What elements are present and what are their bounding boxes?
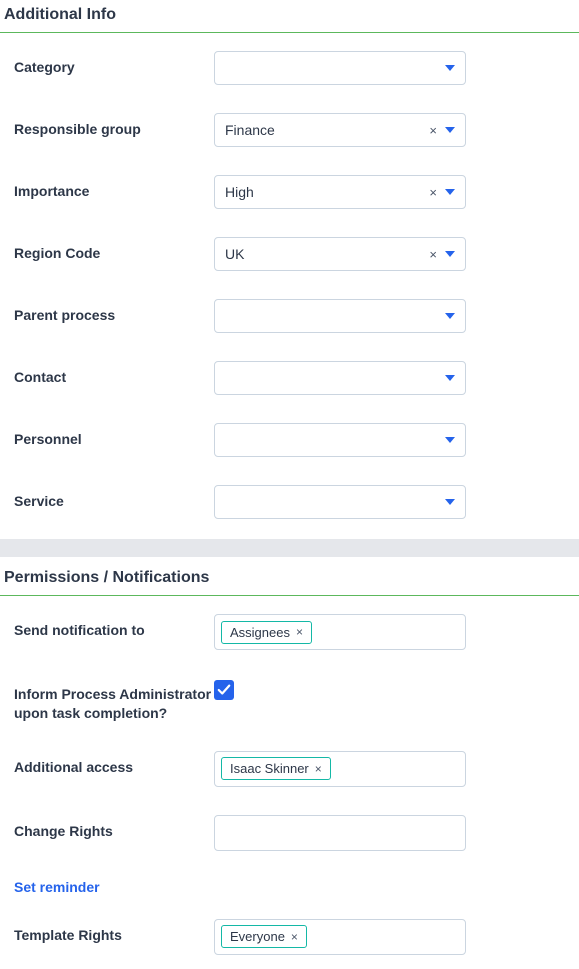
select-service[interactable] bbox=[214, 485, 466, 519]
section-title-additional-info: Additional Info bbox=[0, 0, 579, 33]
row-region-code: Region Code UK × bbox=[0, 237, 579, 271]
label-category: Category bbox=[14, 51, 214, 77]
row-service: Service bbox=[0, 485, 579, 519]
label-change-rights: Change Rights bbox=[14, 815, 214, 841]
chevron-down-icon[interactable] bbox=[445, 437, 455, 443]
tag-remove-icon[interactable]: × bbox=[296, 625, 303, 639]
select-importance[interactable]: High × bbox=[214, 175, 466, 209]
label-send-notification: Send notification to bbox=[14, 614, 214, 640]
row-inform-admin: Inform Process Administrator upon task c… bbox=[0, 678, 579, 723]
tag-label: Isaac Skinner bbox=[230, 761, 309, 776]
label-importance: Importance bbox=[14, 175, 214, 201]
row-change-rights: Change Rights bbox=[0, 815, 579, 851]
select-responsible-group[interactable]: Finance × bbox=[214, 113, 466, 147]
chevron-down-icon[interactable] bbox=[445, 499, 455, 505]
section-title-permissions: Permissions / Notifications bbox=[0, 563, 579, 596]
input-send-notification[interactable]: Assignees × bbox=[214, 614, 466, 650]
section-permissions-notifications: Permissions / Notifications Send notific… bbox=[0, 563, 579, 955]
input-additional-access[interactable]: Isaac Skinner × bbox=[214, 751, 466, 787]
tag-assignees: Assignees × bbox=[221, 621, 312, 644]
row-additional-access: Additional access Isaac Skinner × bbox=[0, 751, 579, 787]
label-contact: Contact bbox=[14, 361, 214, 387]
label-template-rights: Template Rights bbox=[14, 919, 214, 945]
label-service: Service bbox=[14, 485, 214, 511]
row-personnel: Personnel bbox=[0, 423, 579, 457]
tag-everyone: Everyone × bbox=[221, 925, 307, 948]
label-region-code: Region Code bbox=[14, 237, 214, 263]
select-personnel[interactable] bbox=[214, 423, 466, 457]
tag-label: Assignees bbox=[230, 625, 290, 640]
chevron-down-icon[interactable] bbox=[445, 65, 455, 71]
input-template-rights[interactable]: Everyone × bbox=[214, 919, 466, 955]
link-set-reminder[interactable]: Set reminder bbox=[14, 879, 100, 895]
tag-isaac-skinner: Isaac Skinner × bbox=[221, 757, 331, 780]
input-change-rights[interactable] bbox=[214, 815, 466, 851]
chevron-down-icon[interactable] bbox=[445, 313, 455, 319]
check-icon bbox=[217, 683, 231, 697]
label-responsible-group: Responsible group bbox=[14, 113, 214, 139]
select-category[interactable] bbox=[214, 51, 466, 85]
value-region-code: UK bbox=[225, 246, 244, 262]
label-inform-admin: Inform Process Administrator upon task c… bbox=[14, 678, 214, 723]
select-contact[interactable] bbox=[214, 361, 466, 395]
select-parent-process[interactable] bbox=[214, 299, 466, 333]
tag-remove-icon[interactable]: × bbox=[315, 762, 322, 776]
clear-icon[interactable]: × bbox=[429, 123, 437, 138]
chevron-down-icon[interactable] bbox=[445, 127, 455, 133]
chevron-down-icon[interactable] bbox=[445, 251, 455, 257]
section-divider bbox=[0, 539, 579, 557]
checkbox-inform-admin[interactable] bbox=[214, 680, 234, 700]
section-additional-info: Additional Info Category Responsible gro… bbox=[0, 0, 579, 519]
row-category: Category bbox=[0, 51, 579, 85]
chevron-down-icon[interactable] bbox=[445, 189, 455, 195]
row-parent-process: Parent process bbox=[0, 299, 579, 333]
row-template-rights: Template Rights Everyone × bbox=[0, 919, 579, 955]
select-region-code[interactable]: UK × bbox=[214, 237, 466, 271]
clear-icon[interactable]: × bbox=[429, 247, 437, 262]
row-importance: Importance High × bbox=[0, 175, 579, 209]
row-contact: Contact bbox=[0, 361, 579, 395]
label-personnel: Personnel bbox=[14, 423, 214, 449]
label-parent-process: Parent process bbox=[14, 299, 214, 325]
label-additional-access: Additional access bbox=[14, 751, 214, 777]
row-send-notification: Send notification to Assignees × bbox=[0, 614, 579, 650]
value-importance: High bbox=[225, 184, 254, 200]
tag-remove-icon[interactable]: × bbox=[291, 930, 298, 944]
tag-label: Everyone bbox=[230, 929, 285, 944]
row-responsible-group: Responsible group Finance × bbox=[0, 113, 579, 147]
clear-icon[interactable]: × bbox=[429, 185, 437, 200]
chevron-down-icon[interactable] bbox=[445, 375, 455, 381]
value-responsible-group: Finance bbox=[225, 122, 275, 138]
row-set-reminder: Set reminder bbox=[0, 879, 579, 895]
